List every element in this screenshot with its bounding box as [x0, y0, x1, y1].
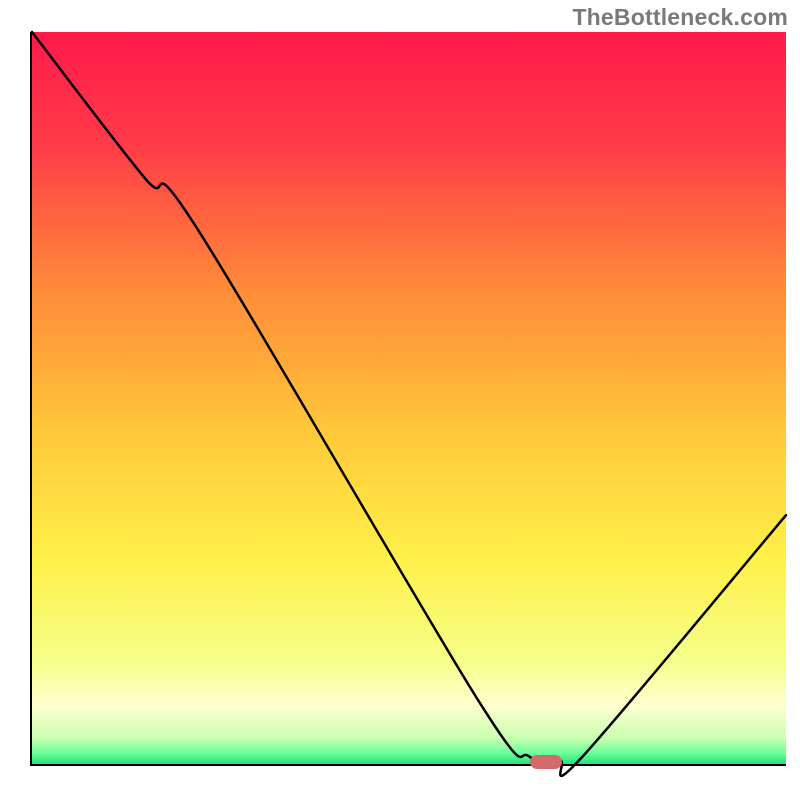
- plot-frame: [30, 32, 786, 766]
- watermark-label: TheBottleneck.com: [572, 4, 788, 31]
- optimum-marker: [530, 755, 562, 769]
- bottleneck-curve: [32, 32, 786, 764]
- bottleneck-chart: TheBottleneck.com: [0, 0, 800, 800]
